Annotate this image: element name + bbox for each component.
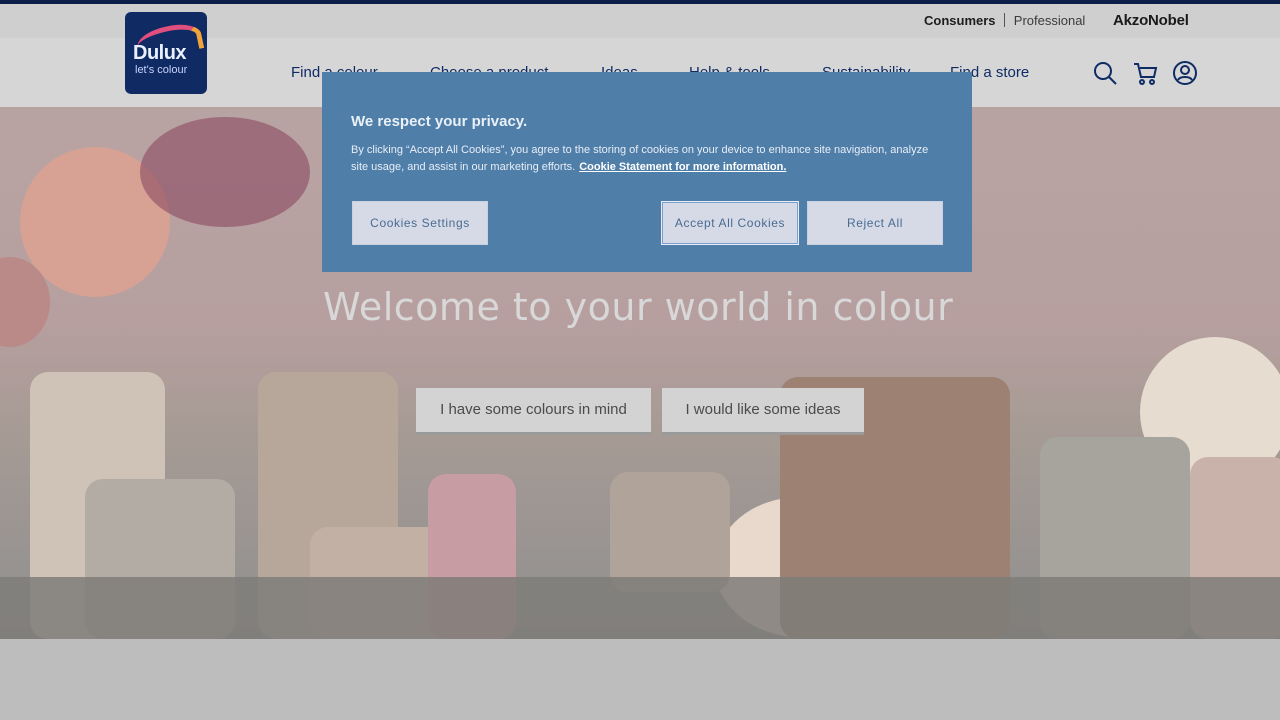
- cta-colours-in-mind[interactable]: I have some colours in mind: [416, 388, 651, 435]
- utility-separator: [1004, 13, 1006, 27]
- consumers-link[interactable]: Consumers: [924, 13, 996, 28]
- cta-some-ideas[interactable]: I would like some ideas: [662, 388, 864, 435]
- cookie-banner: We respect your privacy. By clicking “Ac…: [322, 72, 972, 272]
- cookie-text: By clicking “Accept All Cookies”, you ag…: [351, 142, 941, 176]
- account-icon[interactable]: [1172, 60, 1198, 86]
- cookie-title: We respect your privacy.: [351, 113, 528, 130]
- hero-title: Welcome to your world in colour: [323, 285, 954, 329]
- cart-icon[interactable]: [1132, 60, 1158, 86]
- accept-all-cookies-button[interactable]: Accept All Cookies: [661, 201, 799, 245]
- cookie-statement-link[interactable]: Cookie Statement for more information.: [579, 161, 786, 173]
- flower-illustration: [140, 117, 310, 227]
- akzonobel-logo[interactable]: AkzoNobel: [1113, 12, 1189, 29]
- shelf: [0, 577, 1280, 639]
- logo-brand: Dulux: [133, 42, 187, 64]
- logo-tagline: let's colour: [135, 64, 188, 76]
- reject-all-button[interactable]: Reject All: [807, 201, 943, 245]
- search-icon[interactable]: [1092, 60, 1118, 86]
- vase-illustration: [610, 472, 730, 592]
- professional-link[interactable]: Professional: [1014, 13, 1086, 28]
- dulux-logo[interactable]: Dulux let's colour: [125, 12, 207, 94]
- cookies-settings-button[interactable]: Cookies Settings: [352, 201, 488, 245]
- utility-links: Consumers Professional: [924, 13, 1085, 28]
